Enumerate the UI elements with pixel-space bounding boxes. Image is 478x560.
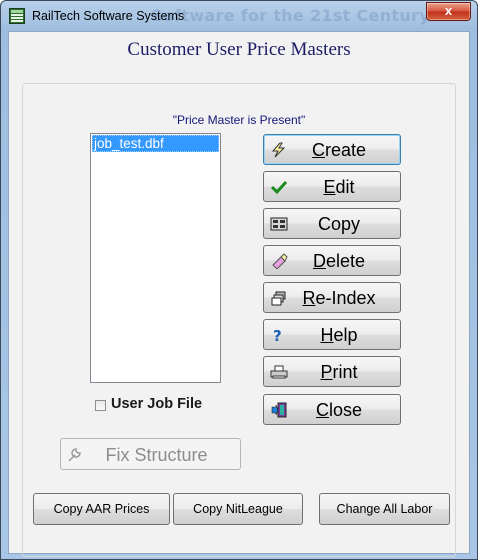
title-watermark: Software for the 21st Century bbox=[151, 6, 430, 25]
copy-button[interactable]: Copy bbox=[263, 208, 401, 239]
delete-button[interactable]: Delete bbox=[263, 245, 401, 276]
copy-nitleague-button[interactable]: Copy NitLeague bbox=[173, 493, 303, 525]
edit-mnemonic: E bbox=[323, 177, 336, 197]
edit-label: dit bbox=[335, 177, 355, 197]
print-mnemonic: P bbox=[320, 362, 333, 382]
list-item[interactable]: job_test.dbf bbox=[92, 135, 219, 152]
help-mnemonic: H bbox=[320, 325, 334, 345]
delete-mnemonic: D bbox=[312, 251, 326, 271]
window-close-button[interactable]: x bbox=[426, 2, 471, 21]
price-master-list[interactable]: job_test.dbf bbox=[90, 133, 221, 383]
edit-button[interactable]: Edit bbox=[263, 171, 401, 202]
reindex-button[interactable]: Re-Index bbox=[263, 282, 401, 313]
change-all-labor-button[interactable]: Change All Labor bbox=[319, 493, 450, 525]
print-button[interactable]: Print bbox=[263, 356, 401, 387]
close-mnemonic: C bbox=[315, 400, 329, 420]
fix-structure-label: Fix Structure bbox=[105, 445, 208, 465]
help-label: elp bbox=[333, 325, 358, 345]
create-mnemonic: C bbox=[311, 140, 325, 160]
create-button[interactable]: Create bbox=[263, 134, 401, 165]
delete-label: elete bbox=[325, 251, 366, 271]
fix-structure-button[interactable]: Fix Structure bbox=[60, 438, 241, 470]
reindex-mnemonic: R bbox=[302, 288, 316, 308]
user-job-file-checkbox[interactable] bbox=[95, 400, 106, 411]
close-button[interactable]: Close bbox=[263, 394, 401, 425]
create-label: reate bbox=[324, 140, 367, 160]
window-title: RailTech Software Systems bbox=[32, 9, 185, 23]
reindex-label: e-Index bbox=[315, 288, 376, 308]
dialog-body: Customer User Price Masters "Price Maste… bbox=[8, 31, 470, 557]
app-icon bbox=[9, 8, 25, 24]
user-job-file-label[interactable]: User Job File bbox=[111, 396, 202, 412]
title-bar[interactable]: Software for the 21st Century RailTech S… bbox=[1, 1, 477, 32]
app-window: Software for the 21st Century RailTech S… bbox=[0, 0, 478, 560]
close-label: lose bbox=[328, 400, 363, 420]
copy-aar-prices-button[interactable]: Copy AAR Prices bbox=[33, 493, 170, 525]
status-message: "Price Master is Present" bbox=[172, 113, 306, 127]
print-label: rint bbox=[332, 362, 358, 382]
copy-label: Copy bbox=[317, 214, 361, 234]
page-title: Customer User Price Masters bbox=[127, 39, 351, 60]
help-button[interactable]: ? Help bbox=[263, 319, 401, 350]
